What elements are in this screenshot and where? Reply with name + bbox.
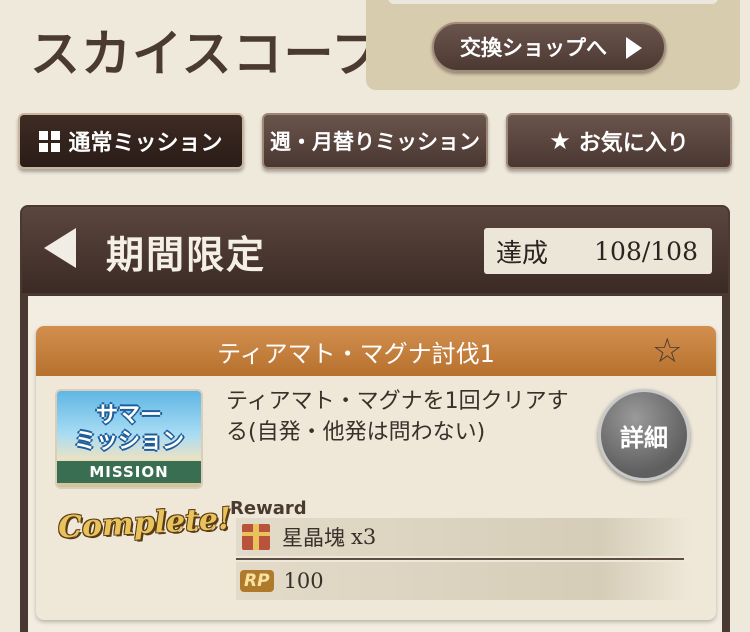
tab-favorites[interactable]: ★ お気に入り (506, 113, 732, 169)
back-arrow-icon[interactable] (44, 228, 76, 268)
reward-label: Reward (230, 498, 307, 519)
thumb-line2: ミッション (73, 429, 184, 454)
play-arrow-icon (626, 37, 642, 59)
exchange-shop-label: 交換ショップへ (460, 36, 607, 60)
progress-label: 達成 (496, 238, 549, 269)
reward-amount: 100 (283, 569, 324, 593)
reward-row: 星晶塊 x3 (236, 518, 692, 556)
tab-weekly-monthly-missions[interactable]: 週・月替りミッション (262, 113, 488, 169)
reward-divider (236, 558, 684, 560)
mission-title-bar: ティアマト・マグナ討伐1 (36, 326, 716, 376)
shop-panel-strip (388, 0, 718, 4)
section-title: 期間限定 (106, 233, 267, 277)
star-icon: ★ (549, 127, 571, 155)
reward-amount: x3 (351, 525, 377, 549)
tab-label: 週・月替りミッション (270, 130, 480, 154)
grid-icon (39, 130, 61, 152)
mission-description: ティアマト・マグナを1回クリアする(自発・他発は問わない) (226, 389, 569, 445)
reward-row: RP 100 (236, 562, 692, 600)
detail-button-label: 詳細 (620, 423, 668, 452)
progress-value: 108/108 (594, 236, 698, 266)
rp-icon: RP (240, 570, 274, 592)
gift-icon (242, 524, 270, 550)
tab-label: 通常ミッション (68, 131, 223, 156)
page-title: スカイスコープ (30, 25, 383, 83)
mission-thumbnail: サマー ミッション MISSION (55, 389, 203, 489)
detail-button[interactable]: 詳細 (598, 389, 690, 481)
exchange-shop-button[interactable]: 交換ショップへ (432, 22, 666, 72)
reward-name: 星晶塊 (282, 526, 345, 550)
progress-box: 達成 108/108 (484, 228, 712, 274)
favorite-star-icon[interactable]: ☆ (652, 333, 682, 369)
mission-title: ティアマト・マグナ討伐1 (217, 339, 495, 368)
thumb-band: MISSION (57, 461, 201, 483)
tab-normal-missions[interactable]: 通常ミッション (18, 113, 244, 169)
tab-label: お気に入り (578, 131, 689, 156)
